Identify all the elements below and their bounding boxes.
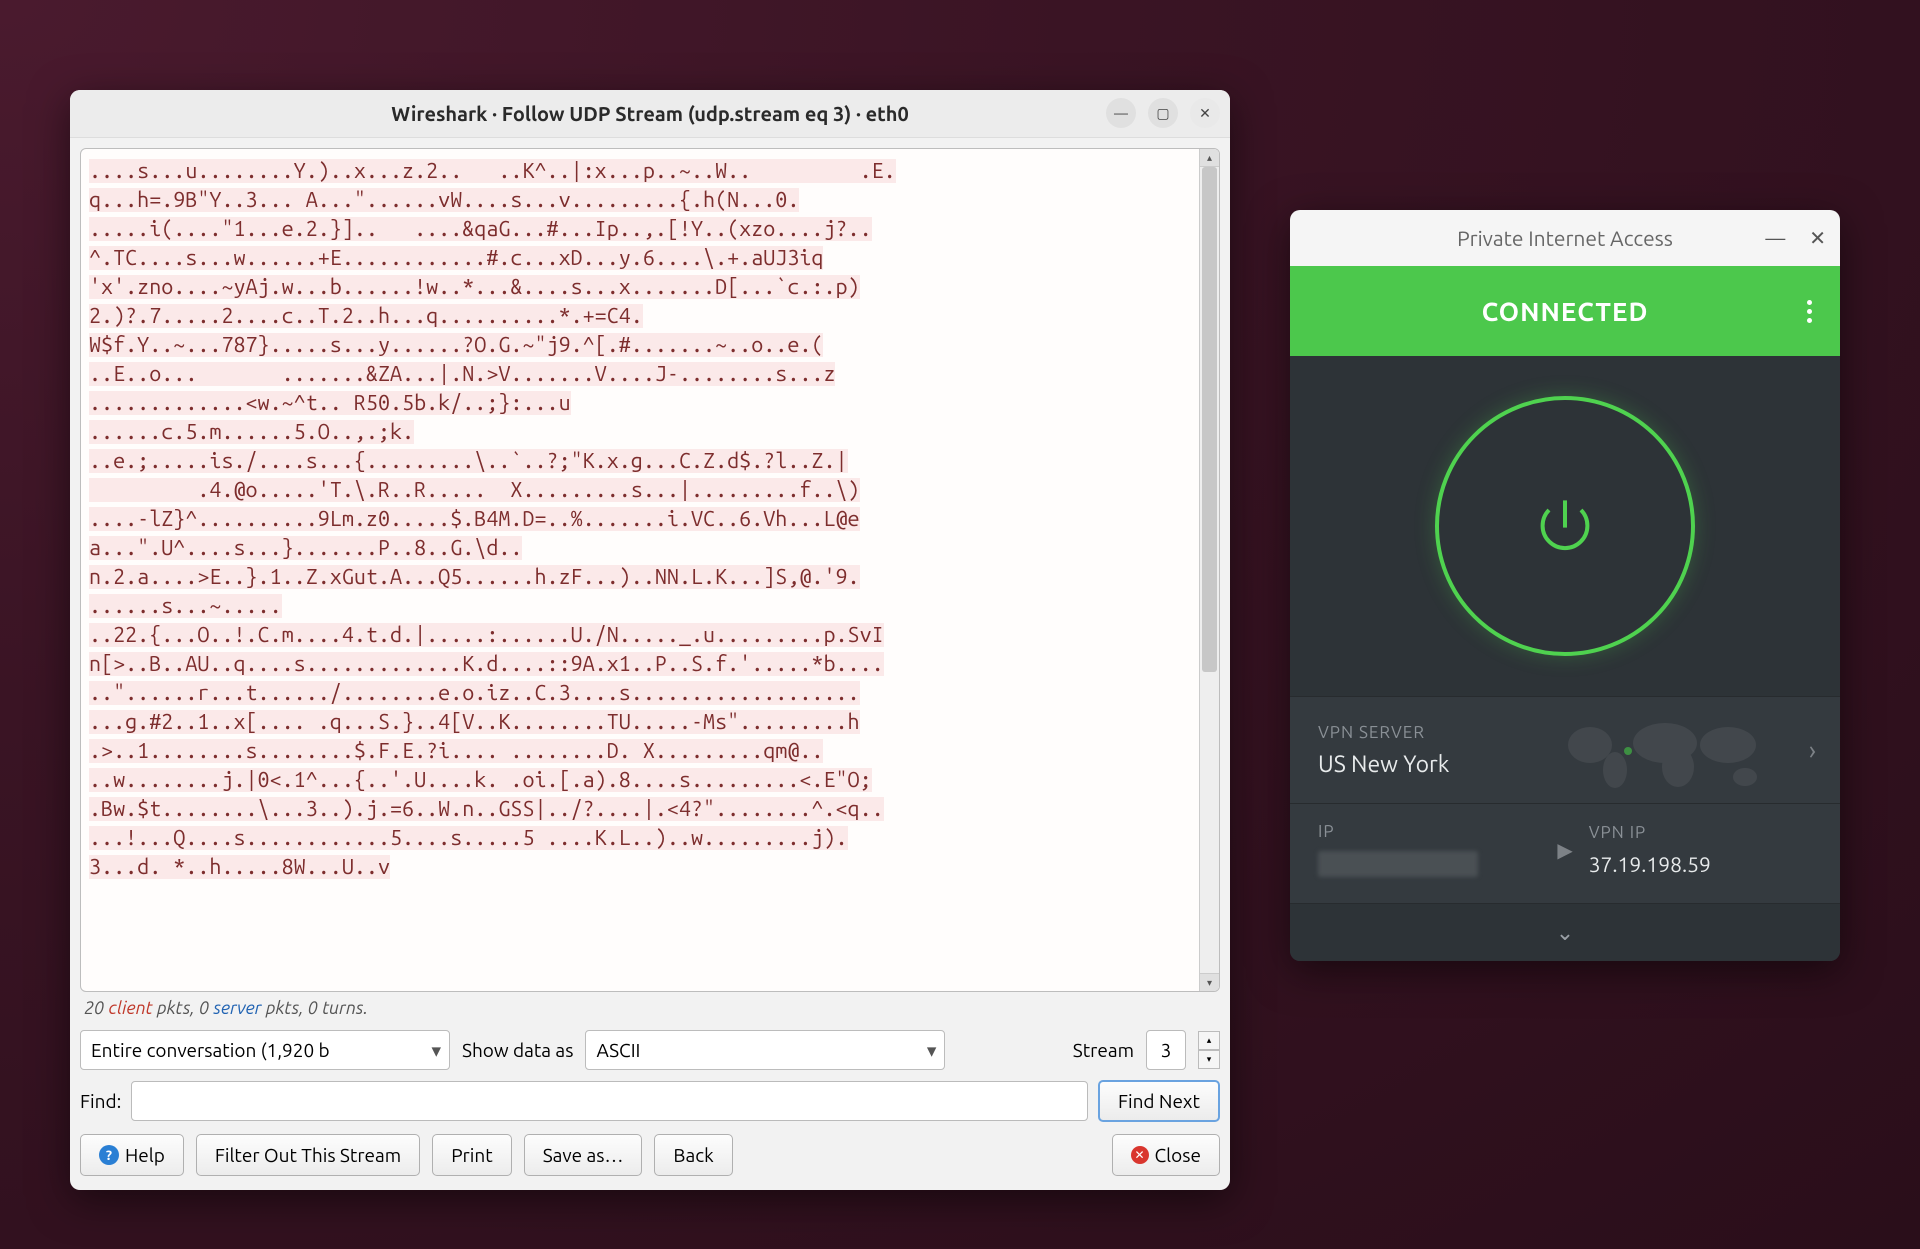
ip-section: IP ▶ VPN IP 37.19.198.59 xyxy=(1290,803,1840,903)
stream-text[interactable]: ....s...u........Y.)..x...z.2.. ..K^..|:… xyxy=(81,149,1219,991)
show-data-label: Show data as xyxy=(462,1039,573,1061)
scroll-thumb[interactable] xyxy=(1202,167,1217,672)
server-location-dot xyxy=(1624,747,1632,755)
wireshark-title: Wireshark · Follow UDP Stream (udp.strea… xyxy=(391,102,909,125)
window-controls: — ▢ ✕ xyxy=(1106,98,1220,128)
save-as-button[interactable]: Save as… xyxy=(524,1134,643,1176)
encoding-select[interactable]: ASCII xyxy=(585,1030,945,1070)
wireshark-window: Wireshark · Follow UDP Stream (udp.strea… xyxy=(70,90,1230,1190)
filter-out-button[interactable]: Filter Out This Stream xyxy=(196,1134,420,1176)
arrow-right-icon: ▶ xyxy=(1541,838,1588,862)
power-area xyxy=(1290,356,1840,696)
pia-titlebar: Private Internet Access — ✕ xyxy=(1290,210,1840,266)
options-row: Entire conversation (1,920 b Show data a… xyxy=(80,1030,1220,1070)
wireshark-titlebar: Wireshark · Follow UDP Stream (udp.strea… xyxy=(70,90,1230,138)
stream-label: Stream xyxy=(1073,1039,1134,1061)
chevron-down-icon: ⌄ xyxy=(1556,920,1574,946)
packet-status: 20 client pkts, 0 server pkts, 0 turns. xyxy=(80,992,1220,1024)
kebab-menu-icon[interactable] xyxy=(1807,300,1812,323)
ip-label: IP xyxy=(1318,822,1541,841)
connection-status: CONNECTED xyxy=(1482,297,1649,326)
real-ip-col: IP xyxy=(1318,822,1541,877)
expand-button[interactable]: ⌄ xyxy=(1290,903,1840,961)
conversation-select[interactable]: Entire conversation (1,920 b xyxy=(80,1030,450,1070)
power-button[interactable] xyxy=(1435,396,1695,656)
stream-text-panel: ....s...u........Y.)..x...z.2.. ..K^..|:… xyxy=(80,148,1220,992)
minimize-button[interactable]: — xyxy=(1106,98,1136,128)
wireshark-body: ....s...u........Y.)..x...z.2.. ..K^..|:… xyxy=(70,138,1230,1190)
close-icon: ✕ xyxy=(1131,1146,1149,1164)
connection-status-bar: CONNECTED xyxy=(1290,266,1840,356)
find-row: Find: Find Next xyxy=(80,1080,1220,1122)
find-input[interactable] xyxy=(131,1081,1088,1121)
maximize-button[interactable]: ▢ xyxy=(1148,98,1178,128)
power-icon xyxy=(1525,486,1605,566)
scroll-up-icon[interactable]: ▴ xyxy=(1200,149,1219,167)
world-map-icon xyxy=(1560,715,1770,795)
stream-text-content: ....s...u........Y.)..x...z.2.. ..K^..|:… xyxy=(89,159,896,879)
close-button[interactable]: ✕ Close xyxy=(1112,1134,1220,1176)
back-button[interactable]: Back xyxy=(654,1134,732,1176)
vpn-ip-label: VPN IP xyxy=(1589,823,1812,842)
pia-title: Private Internet Access xyxy=(1457,226,1673,250)
stream-number[interactable]: 3 xyxy=(1146,1030,1186,1070)
pia-window: Private Internet Access — ✕ CONNECTED VP… xyxy=(1290,210,1840,961)
print-button[interactable]: Print xyxy=(432,1134,512,1176)
vpn-server-section[interactable]: VPN SERVER US New York › xyxy=(1290,696,1840,803)
scroll-down-icon[interactable]: ▾ xyxy=(1200,973,1219,991)
pia-window-controls: — ✕ xyxy=(1765,226,1826,250)
vpn-ip-value: 37.19.198.59 xyxy=(1589,852,1812,876)
help-button[interactable]: ? Help xyxy=(80,1134,184,1176)
ip-value-redacted xyxy=(1318,851,1478,877)
stream-down-button[interactable]: ▾ xyxy=(1198,1050,1220,1069)
chevron-right-icon[interactable]: › xyxy=(1809,736,1816,765)
find-label: Find: xyxy=(80,1090,121,1112)
dialog-buttons: ? Help Filter Out This Stream Print Save… xyxy=(80,1134,1220,1176)
find-next-button[interactable]: Find Next xyxy=(1098,1080,1220,1122)
close-window-button[interactable]: ✕ xyxy=(1190,98,1220,128)
pia-close-button[interactable]: ✕ xyxy=(1809,226,1826,250)
stream-up-button[interactable]: ▴ xyxy=(1198,1031,1220,1050)
vpn-ip-col: VPN IP 37.19.198.59 xyxy=(1589,823,1812,876)
pia-minimize-button[interactable]: — xyxy=(1765,226,1785,250)
scrollbar[interactable]: ▴ ▾ xyxy=(1199,149,1219,991)
help-icon: ? xyxy=(99,1145,119,1165)
stream-spinner: ▴ ▾ xyxy=(1198,1031,1220,1069)
